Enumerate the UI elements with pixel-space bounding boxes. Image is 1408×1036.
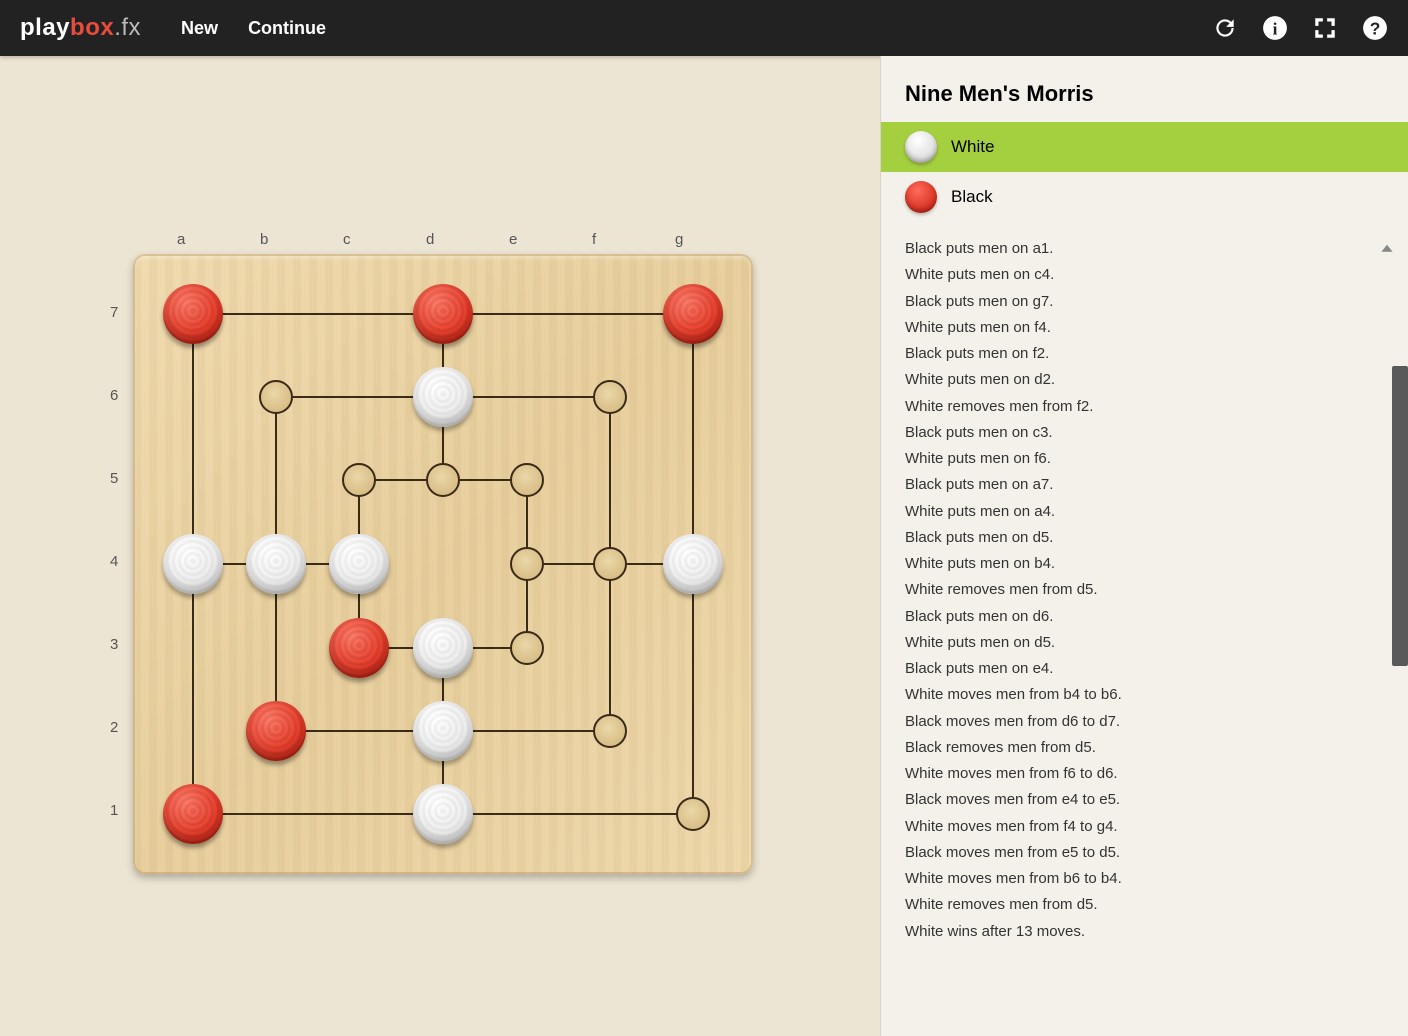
history-entry: Black puts men on f2. <box>905 341 1384 367</box>
piece-d3[interactable] <box>413 618 473 678</box>
history-entry: White removes men from d5. <box>905 892 1384 918</box>
logo-fx: .fx <box>114 14 141 41</box>
history-entry: White puts men on b4. <box>905 551 1384 577</box>
info-icon[interactable]: i <box>1262 15 1288 41</box>
refresh-icon[interactable] <box>1212 15 1238 41</box>
player-name: Black <box>951 187 993 207</box>
spot-f4[interactable] <box>593 547 627 581</box>
piece-a1[interactable] <box>163 784 223 844</box>
header-left: playbox.fx New Continue <box>20 14 356 42</box>
nav-new[interactable]: New <box>181 18 218 39</box>
piece-d6[interactable] <box>413 367 473 427</box>
col-label-b: b <box>260 231 274 248</box>
spot-f6[interactable] <box>593 380 627 414</box>
history-entry: White puts men on f4. <box>905 315 1384 341</box>
game-board[interactable] <box>133 254 753 874</box>
history-entry: Black puts men on c3. <box>905 420 1384 446</box>
history-entry: Black puts men on a1. <box>905 236 1384 262</box>
piece-g7[interactable] <box>663 284 723 344</box>
history-entry: Black puts men on a7. <box>905 472 1384 498</box>
help-icon[interactable]: ? <box>1362 15 1388 41</box>
header: playbox.fx New Continue i ? <box>0 0 1408 56</box>
piece-g4[interactable] <box>663 534 723 594</box>
history-entry: White removes men from f2. <box>905 394 1384 420</box>
side-panel: Nine Men's Morris White Black Black puts … <box>880 56 1408 1036</box>
side-scrollbar[interactable] <box>1392 366 1408 666</box>
history-entry: White moves men from f4 to g4. <box>905 814 1384 840</box>
col-label-c: c <box>343 231 357 248</box>
player-row-white[interactable]: White <box>881 122 1408 172</box>
row-labels: 7 6 5 4 3 2 1 <box>110 304 118 819</box>
history-entry: White puts men on a4. <box>905 499 1384 525</box>
col-label-e: e <box>509 231 523 248</box>
history-entry: Black puts men on e4. <box>905 656 1384 682</box>
history-entry: White puts men on d5. <box>905 630 1384 656</box>
logo[interactable]: playbox.fx <box>20 14 141 42</box>
spot-c5[interactable] <box>342 463 376 497</box>
history-entry: White moves men from b4 to b6. <box>905 682 1384 708</box>
header-right: i ? <box>1212 15 1388 41</box>
history-entry: Black puts men on g7. <box>905 289 1384 315</box>
spot-b6[interactable] <box>259 380 293 414</box>
piece-b2[interactable] <box>246 701 306 761</box>
history-entry: White puts men on c4. <box>905 262 1384 288</box>
game-title: Nine Men's Morris <box>881 76 1408 122</box>
piece-a7[interactable] <box>163 284 223 344</box>
board-area: a b c d e f g 7 6 5 4 3 2 1 <box>0 56 880 1036</box>
logo-box: box <box>70 14 114 41</box>
spot-e4[interactable] <box>510 547 544 581</box>
spot-g1[interactable] <box>676 797 710 831</box>
row-label-6: 6 <box>110 387 118 404</box>
row-label-7: 7 <box>110 304 118 321</box>
history-entry: Black moves men from e5 to d5. <box>905 840 1384 866</box>
history-entry: White moves men from f6 to d6. <box>905 761 1384 787</box>
history-entry: White puts men on d2. <box>905 367 1384 393</box>
row-label-4: 4 <box>110 553 118 570</box>
svg-text:i: i <box>1273 20 1278 39</box>
spot-d5[interactable] <box>426 463 460 497</box>
history-entry: White puts men on f6. <box>905 446 1384 472</box>
svg-text:?: ? <box>1370 19 1381 39</box>
piece-b4[interactable] <box>246 534 306 594</box>
history-scroll-up-icon[interactable] <box>1380 242 1394 256</box>
row-label-1: 1 <box>110 802 118 819</box>
piece-c4[interactable] <box>329 534 389 594</box>
col-label-a: a <box>177 231 191 248</box>
history-entry: Black puts men on d5. <box>905 525 1384 551</box>
col-label-f: f <box>592 231 606 248</box>
main: a b c d e f g 7 6 5 4 3 2 1 Nine Men's Morris White B… <box>0 56 1408 1036</box>
row-label-3: 3 <box>110 636 118 653</box>
spot-e5[interactable] <box>510 463 544 497</box>
row-label-5: 5 <box>110 470 118 487</box>
history-entry: White removes men from d5. <box>905 577 1384 603</box>
history-entry: Black puts men on d6. <box>905 604 1384 630</box>
row-label-2: 2 <box>110 719 118 736</box>
piece-d7[interactable] <box>413 284 473 344</box>
piece-d1[interactable] <box>413 784 473 844</box>
player-piece-black <box>905 181 937 213</box>
col-label-g: g <box>675 231 689 248</box>
player-name: White <box>951 137 994 157</box>
col-label-d: d <box>426 231 440 248</box>
piece-c3[interactable] <box>329 618 389 678</box>
column-labels: a b c d e f g <box>177 231 689 248</box>
player-row-black[interactable]: Black <box>881 172 1408 222</box>
history-entry: Black moves men from e4 to e5. <box>905 787 1384 813</box>
player-piece-white <box>905 131 937 163</box>
board-lines <box>133 254 753 874</box>
spot-f2[interactable] <box>593 714 627 748</box>
move-history[interactable]: Black puts men on a1.White puts men on c… <box>881 222 1408 1016</box>
nav-continue[interactable]: Continue <box>248 18 326 39</box>
spot-e3[interactable] <box>510 631 544 665</box>
piece-a4[interactable] <box>163 534 223 594</box>
logo-play: play <box>20 14 70 41</box>
history-entry: Black moves men from d6 to d7. <box>905 709 1384 735</box>
history-entry: White moves men from b6 to b4. <box>905 866 1384 892</box>
history-entry: Black removes men from d5. <box>905 735 1384 761</box>
piece-d2[interactable] <box>413 701 473 761</box>
history-entry: White wins after 13 moves. <box>905 919 1384 945</box>
fullscreen-icon[interactable] <box>1312 15 1338 41</box>
